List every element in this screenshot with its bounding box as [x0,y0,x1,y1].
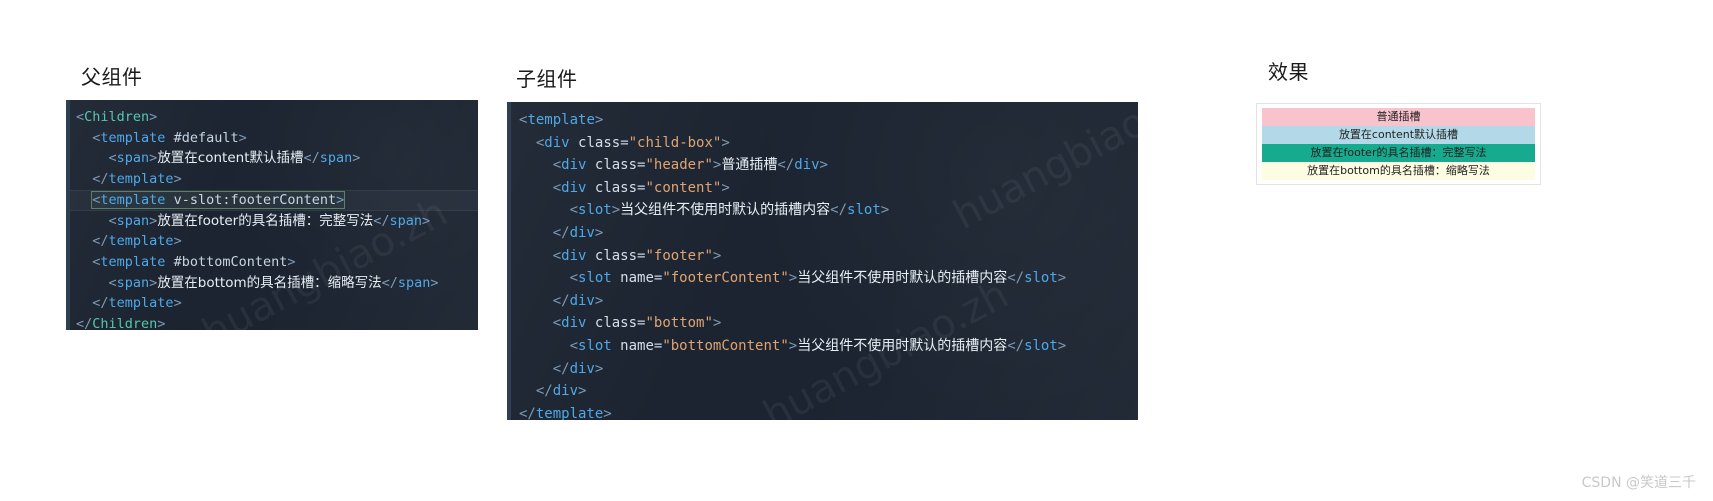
token-tag: template [527,112,595,128]
effect-row-content: 放置在content默认插槽 [1262,126,1535,144]
code-line: </div> [552,224,604,241]
token-attr: class [594,179,638,196]
parent-code-panel: huangbiao.zh <Children> <template #defau… [66,100,478,330]
token-tag: div [569,360,595,377]
code-line: </div> [552,360,604,377]
token-tag: span [397,274,431,291]
token-attr: name [620,270,654,287]
token-tag: template [535,405,604,420]
effect-row-bottom: 放置在bottom的具名插槽：缩略写法 [1262,162,1535,180]
token-tag: template [108,233,174,250]
csdn-watermark: CSDN @笑道三千 [1581,475,1696,491]
parent-code-lines: <Children> <template #default> <span>放置在… [70,100,478,330]
code-line: <div class="content"> [552,179,730,196]
token-attr: #default [173,129,239,146]
effect-row-header: 普通插槽 [1262,108,1535,126]
code-line: </template> [92,233,182,250]
token-tag: div [569,224,595,241]
token-tag: div [544,134,570,151]
token-tag: Children [84,109,150,125]
code-line-highlighted: <template v-slot:footerContent> [70,190,478,211]
token-text: 普通插槽 [721,157,778,174]
token-tag: div [569,292,595,309]
code-line: <template #bottomContent> [92,253,296,270]
token-attr: name [620,337,654,354]
code-line: </div> [552,292,604,309]
effect-row-footer: 放置在footer的具名插槽：完整写法 [1262,144,1535,162]
token-tag: slot [1024,337,1058,354]
token-tag: template [108,171,174,188]
token-tag: slot [847,202,881,219]
token-tag: div [561,247,587,264]
token-string: "bottom" [645,315,713,332]
token-attr: class [594,157,638,174]
code-line: <div class="footer"> [552,247,722,264]
code-line: </template> [92,295,182,312]
code-line: <span>放置在bottom的具名插槽：缩略写法</span> [108,274,439,291]
token-text: 放置在footer的具名插槽：完整写法 [157,212,374,229]
token-string: "bottomContent" [662,337,789,354]
code-line: <slot name="footerContent">当父组件不使用时默认的插槽… [569,270,1067,287]
token-attr: class [578,134,621,151]
token-tag: div [552,383,579,400]
code-line: <span>放置在content默认插槽</span> [108,150,361,167]
token-tag: slot [578,270,612,287]
code-line: </div> [535,383,587,400]
token-tag: template [108,295,174,312]
token-string: "content" [645,179,722,196]
parent-component-title: 父组件 [81,67,143,89]
token-text: 当父组件不使用时默认的插槽内容 [797,270,1008,287]
token-tag: Children [92,316,158,330]
token-tag: div [561,179,587,196]
effect-preview-title: 效果 [1268,62,1309,84]
token-attr: v-slot:footerContent [173,191,337,208]
token-tag: template [100,191,166,208]
token-attr: class [594,247,638,264]
code-line: <div class="child-box"> [535,134,730,151]
token-tag: slot [578,202,612,219]
code-line: <template #default> [92,129,247,146]
token-string: "child-box" [628,134,722,151]
token-tag: template [100,253,166,270]
token-string: "footerContent" [662,270,789,287]
token-tag: slot [578,337,612,354]
code-line: <slot name="bottomContent">当父组件不使用时默认的插槽… [569,337,1067,354]
token-tag: div [561,315,587,332]
child-code-lines: <template> <div class="child-box"> <div … [511,102,1138,420]
code-line: <slot>当父组件不使用时默认的插槽内容</slot> [569,202,890,219]
code-line: <div class="bottom"> [552,315,722,332]
token-tag: div [794,157,820,174]
token-text: 放置在content默认插槽 [157,150,304,167]
child-component-title: 子组件 [516,69,578,91]
token-tag: span [116,150,150,167]
token-tag: span [116,274,150,291]
token-string: "header" [645,157,713,174]
code-line: </template> [519,405,612,420]
code-line: </template> [92,171,182,188]
token-tag: span [319,150,353,167]
token-tag: span [116,212,150,229]
effect-preview-box: 普通插槽 放置在content默认插槽 放置在footer的具名插槽：完整写法 … [1256,103,1541,185]
code-line: <div class="header">普通插槽</div> [552,157,828,174]
code-line: </Children> [70,314,478,330]
token-text: 放置在bottom的具名插槽：缩略写法 [157,274,382,291]
token-tag: slot [1024,270,1058,287]
token-text: 当父组件不使用时默认的插槽内容 [620,202,831,219]
token-tag: template [100,129,166,146]
token-attr: #bottomContent [173,253,288,270]
code-line: <template> [519,112,604,128]
token-tag: div [561,157,587,174]
token-tag: span [389,212,423,229]
token-attr: class [594,315,638,332]
code-line: <Children> [76,109,158,125]
code-line: <span>放置在footer的具名插槽：完整写法</span> [108,212,431,229]
child-code-panel: huangbiao.zh huangbiao.zh <template> <di… [507,102,1138,420]
token-string: "footer" [645,247,713,264]
token-text: 当父组件不使用时默认的插槽内容 [797,337,1008,354]
